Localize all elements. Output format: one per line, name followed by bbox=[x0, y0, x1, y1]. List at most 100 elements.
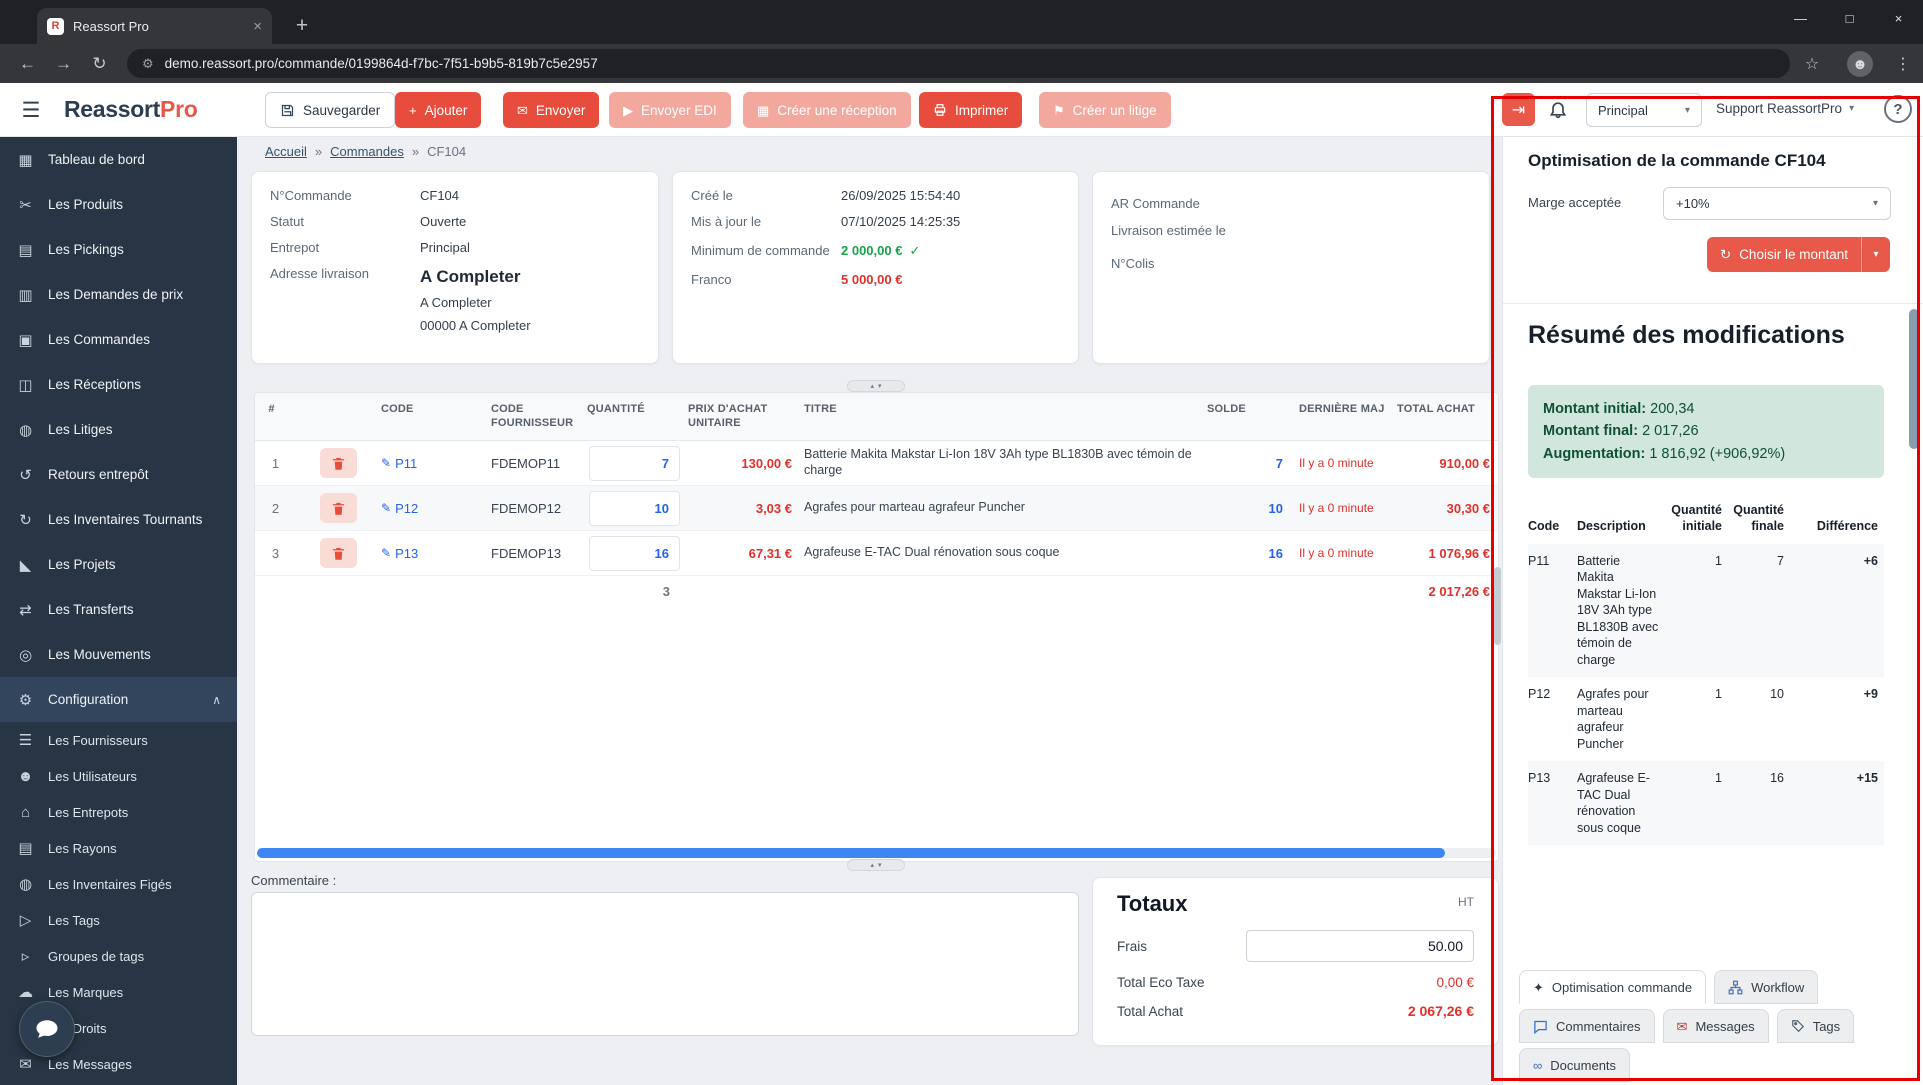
sidebar-item-rayons[interactable]: ▤ Les Rayons bbox=[0, 830, 237, 866]
order-number-value: CF104 bbox=[420, 188, 460, 203]
transfers-icon: ⇄ bbox=[19, 601, 32, 619]
support-menu[interactable]: Support ReassortPro ▾ bbox=[1716, 101, 1854, 116]
users-icon: ☻ bbox=[17, 767, 34, 785]
tab-commentaires[interactable]: Commentaires bbox=[1519, 1009, 1655, 1043]
minimize-button[interactable]: — bbox=[1776, 0, 1825, 36]
bookmark-star-icon[interactable]: ☆ bbox=[1799, 51, 1825, 77]
returns-icon: ↺ bbox=[19, 466, 32, 484]
warehouse-select[interactable]: Principal ▾ bbox=[1586, 93, 1702, 127]
sidebar-item-mouvements[interactable]: ◎ Les Mouvements bbox=[0, 632, 237, 677]
browser-tab[interactable]: R Reassort Pro × bbox=[37, 8, 272, 44]
sidebar-item-tableau-de-bord[interactable]: ▦ Tableau de bord bbox=[0, 137, 237, 182]
sidebar-item-pickings[interactable]: ▤ Les Pickings bbox=[0, 227, 237, 272]
url-bar[interactable]: ⚙ demo.reassort.pro/commande/0199864d-f7… bbox=[127, 49, 1790, 78]
modification-row: P11 Batterie Makita Makstar Li-Ion 18V 3… bbox=[1528, 543, 1884, 677]
tab-tags[interactable]: Tags bbox=[1776, 1009, 1855, 1043]
tab-workflow[interactable]: Workflow bbox=[1714, 970, 1819, 1004]
hamburger-menu-icon[interactable]: ☰ bbox=[14, 93, 48, 127]
quantity-input[interactable]: 10 bbox=[589, 490, 680, 526]
tab-messages[interactable]: ✉ Messages bbox=[1662, 1009, 1769, 1043]
main-scrollbar-thumb[interactable] bbox=[1494, 567, 1501, 645]
window-close-button[interactable]: × bbox=[1874, 0, 1923, 36]
address-label: Adresse livraison bbox=[270, 265, 369, 281]
quantity-input[interactable]: 16 bbox=[589, 535, 680, 571]
warehouse-value: Principal bbox=[420, 239, 470, 255]
create-dispute-button: ⚑ Créer un litige bbox=[1039, 92, 1171, 128]
table-collapse-handle[interactable]: ▴ ▾ bbox=[847, 380, 905, 392]
delivery-address: A Completer A Completer 00000 A Complete… bbox=[420, 266, 531, 341]
forward-button[interactable]: → bbox=[48, 48, 79, 79]
maximize-button[interactable]: □ bbox=[1825, 0, 1874, 36]
chevron-down-icon: ▾ bbox=[1872, 198, 1878, 209]
table-collapse-handle[interactable]: ▴ ▾ bbox=[847, 859, 905, 871]
sidebar-item-entrepots[interactable]: ⌂ Les Entrepots bbox=[0, 794, 237, 830]
breadcrumb-home[interactable]: Accueil bbox=[265, 144, 307, 159]
product-code-link[interactable]: ✎ P11 bbox=[381, 456, 491, 471]
browser-chrome: R Reassort Pro × + — □ × ← → ↻ ⚙ demo.re… bbox=[0, 0, 1923, 83]
notifications-button[interactable] bbox=[1548, 99, 1568, 119]
panel-toggle-button[interactable]: ⇥ bbox=[1502, 93, 1535, 126]
site-settings-icon[interactable]: ⚙ bbox=[142, 56, 154, 72]
table-row: 1 ✎ P11 FDEMOP11 7 130,00 € Batterie Maki… bbox=[255, 441, 1498, 486]
table-header-row: # CODE CODE FOURNISSEUR QUANTITÉ PRIX D'… bbox=[255, 393, 1498, 441]
sidebar-item-configuration[interactable]: ⚙ Configuration ∧ bbox=[0, 677, 237, 722]
chat-widget-button[interactable] bbox=[19, 1001, 75, 1057]
pencil-icon: ✎ bbox=[381, 546, 392, 560]
supplier-code: FDEMOP13 bbox=[491, 545, 562, 561]
sidebar-item-inventaires-tournants[interactable]: ↻ Les Inventaires Tournants bbox=[0, 497, 237, 542]
col-code: Code bbox=[1528, 519, 1560, 534]
sidebar-item-utilisateurs[interactable]: ☻ Les Utilisateurs bbox=[0, 758, 237, 794]
fees-label: Frais bbox=[1117, 938, 1147, 954]
sidebar-item-retours-entrepot[interactable]: ↺ Retours entrepôt bbox=[0, 452, 237, 497]
franco-label: Franco bbox=[691, 271, 732, 287]
sidebar-item-groupes-de-tags[interactable]: ▹ Groupes de tags bbox=[0, 938, 237, 974]
refresh-button[interactable]: ↻ bbox=[84, 48, 115, 79]
sidebar-item-litiges[interactable]: ◍ Les Litiges bbox=[0, 407, 237, 452]
delete-row-button[interactable] bbox=[320, 493, 357, 523]
comment-textarea[interactable] bbox=[251, 892, 1079, 1036]
back-button[interactable]: ← bbox=[12, 48, 43, 79]
address-line: A Completer bbox=[420, 294, 492, 310]
browser-menu-icon[interactable]: ⋮ bbox=[1890, 51, 1916, 77]
sidebar-item-demandes-de-prix[interactable]: ▥ Les Demandes de prix bbox=[0, 272, 237, 317]
delete-row-button[interactable] bbox=[320, 448, 357, 478]
warehouses-icon: ⌂ bbox=[20, 803, 31, 821]
send-button[interactable]: ✉ Envoyer bbox=[503, 92, 600, 128]
pencil-icon: ✎ bbox=[381, 501, 392, 515]
quantity-input[interactable]: 7 bbox=[589, 445, 680, 481]
sidebar-item-inventaires-figes[interactable]: ◍ Les Inventaires Figés bbox=[0, 866, 237, 902]
sidebar-item-transferts[interactable]: ⇄ Les Transferts bbox=[0, 587, 237, 632]
sidebar-item-fournisseurs[interactable]: ☰ Les Fournisseurs bbox=[0, 722, 237, 758]
print-button[interactable]: Imprimer bbox=[919, 92, 1023, 128]
sidebar-item-produits[interactable]: ✂ Les Produits bbox=[0, 182, 237, 227]
tab-close-icon[interactable]: × bbox=[253, 18, 262, 35]
help-button[interactable]: ? bbox=[1884, 95, 1912, 123]
choose-amount-caret[interactable]: ▾ bbox=[1861, 237, 1890, 272]
sidebar-item-receptions[interactable]: ◫ Les Réceptions bbox=[0, 362, 237, 407]
mod-qty-final: 16 bbox=[1770, 771, 1784, 785]
tab-optimisation-commande[interactable]: ✦ Optimisation commande bbox=[1519, 970, 1707, 1004]
sidebar-item-projets[interactable]: ◣ Les Projets bbox=[0, 542, 237, 587]
panel-scrollbar-thumb[interactable] bbox=[1909, 309, 1919, 449]
product-code-link[interactable]: ✎ P13 bbox=[381, 546, 491, 561]
margin-select[interactable]: +10% ▾ bbox=[1663, 187, 1891, 220]
add-button[interactable]: + Ajouter bbox=[395, 92, 482, 128]
disputes-icon: ◍ bbox=[18, 421, 33, 439]
table-row: 2 ✎ P12 FDEMOP12 10 3,03 € Agrafes pour m… bbox=[255, 486, 1498, 531]
horizontal-scrollbar[interactable] bbox=[257, 848, 1496, 858]
supplier-code: FDEMOP11 bbox=[491, 455, 561, 471]
fees-input[interactable] bbox=[1246, 930, 1474, 962]
sidebar-item-commandes[interactable]: ▣ Les Commandes bbox=[0, 317, 237, 362]
app-logo[interactable]: ReassortPro bbox=[64, 96, 198, 123]
tab-documents[interactable]: ∞ Documents bbox=[1519, 1048, 1631, 1082]
save-button[interactable]: Sauvegarder bbox=[265, 92, 396, 128]
horizontal-scrollbar-thumb[interactable] bbox=[257, 848, 1445, 858]
breadcrumb-commandes[interactable]: Commandes bbox=[330, 144, 404, 159]
choose-amount-button[interactable]: ↻ Choisir le montant ▾ bbox=[1706, 237, 1890, 272]
shelves-icon: ▤ bbox=[18, 840, 33, 857]
profile-avatar[interactable]: ☻ bbox=[1847, 51, 1873, 77]
sidebar-item-tags[interactable]: ▷ Les Tags bbox=[0, 902, 237, 938]
product-code-link[interactable]: ✎ P12 bbox=[381, 501, 491, 516]
delete-row-button[interactable] bbox=[320, 538, 357, 568]
new-tab-button[interactable]: + bbox=[288, 12, 316, 40]
